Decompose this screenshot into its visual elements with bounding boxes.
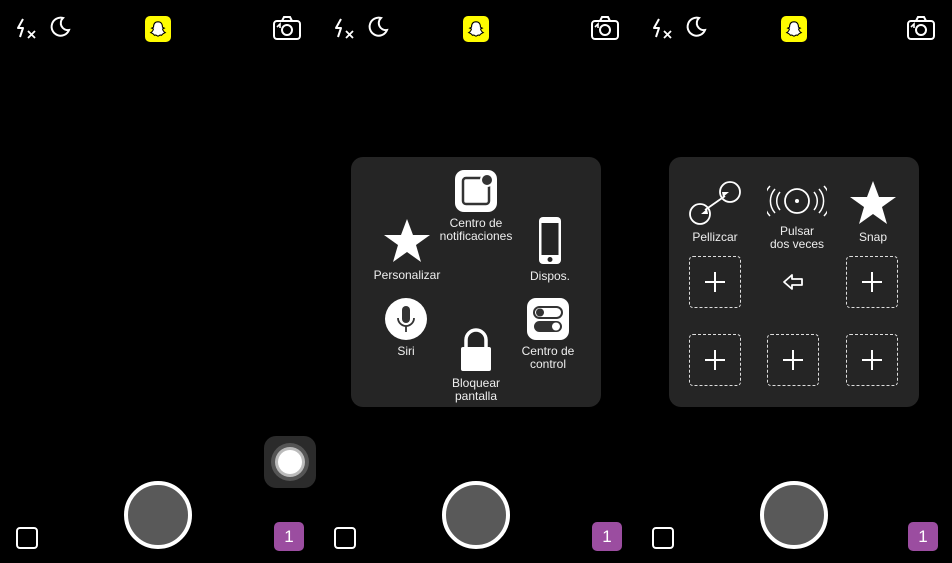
plus-icon bbox=[705, 272, 725, 292]
shutter-button[interactable] bbox=[124, 481, 192, 549]
flash-off-icon[interactable] bbox=[332, 16, 356, 40]
plus-icon bbox=[783, 350, 803, 370]
menu-item-lock-screen[interactable]: Bloquear pantalla bbox=[446, 327, 506, 403]
menu-item-label: control bbox=[529, 357, 567, 371]
shutter-button[interactable] bbox=[760, 481, 828, 549]
menu-item-device[interactable]: Dispos. bbox=[519, 216, 581, 283]
snapchat-ghost-icon[interactable] bbox=[463, 16, 489, 42]
menu-item-label: Siri bbox=[397, 344, 415, 358]
add-gesture-slot[interactable] bbox=[846, 334, 898, 386]
plus-icon bbox=[862, 272, 882, 292]
memories-icon[interactable] bbox=[334, 527, 356, 549]
menu-item-control-center[interactable]: Centro de control bbox=[515, 297, 581, 371]
chat-badge[interactable]: 1 bbox=[274, 522, 304, 551]
add-gesture-slot[interactable] bbox=[767, 334, 819, 386]
chat-badge[interactable]: 1 bbox=[908, 522, 938, 551]
memories-icon[interactable] bbox=[16, 527, 38, 549]
moon-icon[interactable] bbox=[366, 15, 390, 39]
iphone-icon bbox=[539, 217, 561, 264]
menu-item-customize[interactable]: Personalizar bbox=[365, 217, 449, 282]
menu-item-label: Dispos. bbox=[529, 269, 570, 283]
gesture-snap[interactable]: Snap bbox=[845, 179, 901, 244]
assistive-touch-button[interactable] bbox=[264, 436, 316, 488]
gesture-double-tap[interactable]: Pulsar dos veces bbox=[765, 179, 829, 251]
moon-icon[interactable] bbox=[48, 15, 72, 39]
camera-screen-1: 1 bbox=[0, 0, 318, 563]
add-gesture-slot[interactable] bbox=[689, 256, 741, 308]
star-icon bbox=[384, 219, 430, 262]
gesture-pinch[interactable]: Pellizcar bbox=[683, 179, 747, 244]
back-button[interactable] bbox=[782, 272, 804, 292]
add-gesture-slot[interactable] bbox=[689, 334, 741, 386]
flip-camera-icon[interactable] bbox=[272, 15, 302, 41]
flash-off-icon[interactable] bbox=[14, 16, 38, 40]
toggles-icon bbox=[527, 298, 569, 340]
shutter-button[interactable] bbox=[442, 481, 510, 549]
camera-screen-2: 1 Centro de notificaciones Personalizar … bbox=[318, 0, 636, 563]
menu-item-label: notificaciones bbox=[439, 229, 513, 243]
moon-icon[interactable] bbox=[684, 15, 708, 39]
snapchat-ghost-icon[interactable] bbox=[145, 16, 171, 42]
flip-camera-icon[interactable] bbox=[906, 15, 936, 41]
plus-icon bbox=[705, 350, 725, 370]
notification-center-icon bbox=[455, 170, 497, 212]
gesture-label: Snap bbox=[858, 230, 888, 244]
gesture-label: dos veces bbox=[769, 237, 825, 251]
custom-gestures-menu: Pellizcar Pulsar dos veces Snap bbox=[669, 157, 919, 407]
menu-item-label: Personalizar bbox=[373, 268, 441, 282]
star-icon bbox=[850, 181, 896, 224]
flip-camera-icon[interactable] bbox=[590, 15, 620, 41]
snapchat-ghost-icon[interactable] bbox=[781, 16, 807, 42]
assistive-touch-menu: Centro de notificaciones Personalizar Di… bbox=[351, 157, 601, 407]
microphone-icon bbox=[385, 298, 427, 340]
back-arrow-icon bbox=[783, 274, 803, 290]
menu-item-siri[interactable]: Siri bbox=[379, 297, 433, 358]
double-tap-icon bbox=[767, 185, 827, 217]
chat-badge[interactable]: 1 bbox=[592, 522, 622, 551]
flash-off-icon[interactable] bbox=[650, 16, 674, 40]
pinch-icon bbox=[689, 181, 741, 225]
memories-icon[interactable] bbox=[652, 527, 674, 549]
add-gesture-slot[interactable] bbox=[846, 256, 898, 308]
menu-item-label: pantalla bbox=[454, 389, 498, 403]
gesture-label: Pellizcar bbox=[692, 230, 738, 244]
lock-icon bbox=[461, 328, 491, 371]
camera-screen-3: 1 Pellizcar Pulsar dos veces Snap bbox=[636, 0, 952, 563]
plus-icon bbox=[862, 350, 882, 370]
